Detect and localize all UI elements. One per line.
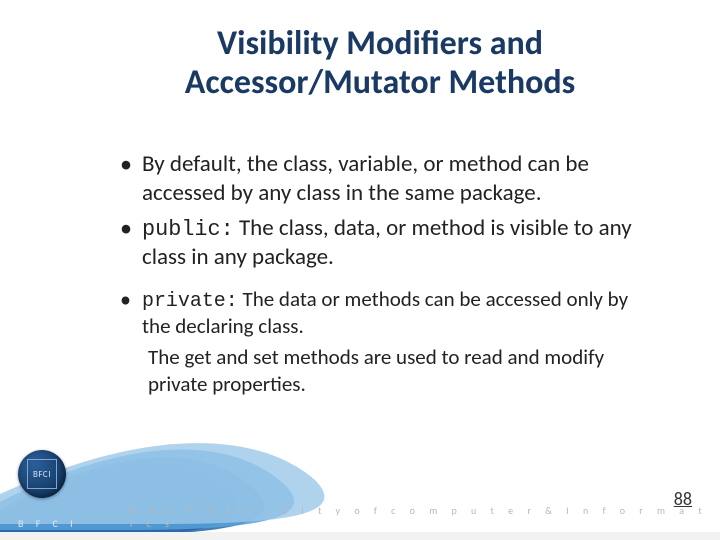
footer-institution: B e n h a f a c u l t y o f c o m p u t … bbox=[130, 504, 720, 530]
keyword-public: public: bbox=[142, 217, 234, 242]
bullet-private-extra: The get and set methods are used to read… bbox=[142, 344, 660, 398]
slide: Visibility Modifiers and Accessor/Mutato… bbox=[0, 0, 720, 540]
bullet-default: By default, the class, variable, or meth… bbox=[120, 150, 660, 208]
bullet-public: public: The class, data, or method is vi… bbox=[120, 214, 660, 272]
bullet-default-text: By default, the class, variable, or meth… bbox=[142, 150, 589, 207]
slide-body: By default, the class, variable, or meth… bbox=[120, 150, 660, 404]
bullet-private: private: The data or methods can be acce… bbox=[120, 286, 660, 398]
institution-badge: BFCI bbox=[18, 450, 66, 498]
slide-title: Visibility Modifiers and Accessor/Mutato… bbox=[100, 24, 660, 102]
keyword-private: private: bbox=[142, 289, 238, 312]
footer-acronym: B F C I bbox=[18, 517, 78, 530]
badge-label: BFCI bbox=[27, 459, 57, 489]
